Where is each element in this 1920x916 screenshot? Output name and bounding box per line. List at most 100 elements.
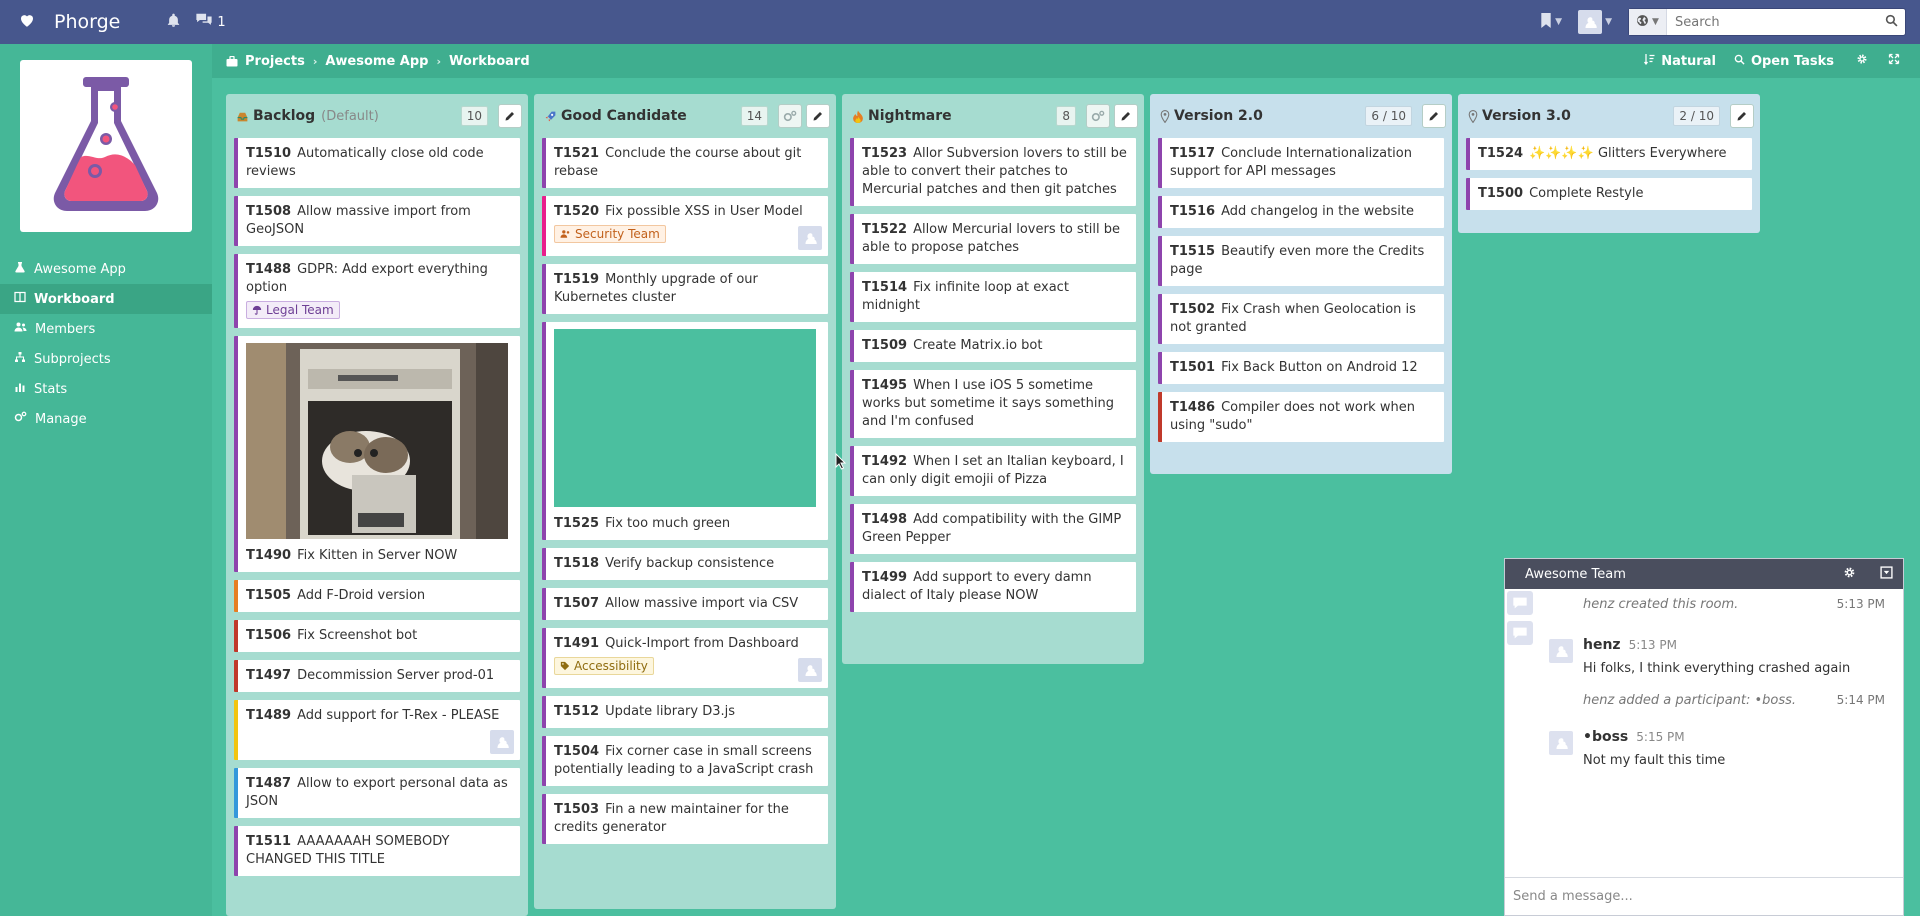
chat-author[interactable]: •boss 5:15 PM [1583,729,1685,745]
column-trigger-button[interactable] [778,104,802,128]
task-card[interactable]: T1501 Fix Back Button on Android 12 [1158,352,1444,384]
chat-room-title[interactable]: Awesome Team [1525,567,1626,582]
search-input[interactable] [1667,10,1877,34]
column-count: 8 [1056,106,1076,126]
filter-menu-button[interactable]: Open Tasks [1734,54,1834,69]
chat-event-actor[interactable]: henz [1583,597,1614,612]
search-submit-button[interactable] [1877,14,1905,31]
task-card[interactable]: T1518 Verify backup consistence [542,548,828,580]
fullscreen-button[interactable] [1888,53,1906,69]
column-edit-button[interactable] [1422,104,1446,128]
chat-event-actor[interactable]: henz [1583,693,1614,708]
task-card[interactable]: T1511 AAAAAAAH SOMEBODY CHANGED THIS TITL… [234,826,520,876]
user-avatar[interactable] [1549,639,1573,663]
notifications-button[interactable] [166,13,181,32]
task-title: Fix too much green [605,516,731,531]
breadcrumb-project[interactable]: Awesome App [325,54,428,69]
chat-author[interactable]: henz 5:13 PM [1583,637,1677,653]
column-edit-button[interactable] [1114,104,1138,128]
project-tag[interactable]: Legal Team [246,301,340,319]
messages-button[interactable]: 1 [195,12,226,32]
chat-message-input[interactable] [1513,889,1893,904]
task-card[interactable]: T1521 Conclude the course about git rebas… [542,138,828,188]
task-card[interactable]: T1512 Update library D3.js [542,696,828,728]
expand-icon [1888,53,1906,69]
project-image[interactable] [20,60,192,232]
task-card[interactable]: T1497 Decommission Server prod-01 [234,660,520,692]
gear-icon [1856,53,1874,69]
task-card[interactable]: T1502 Fix Crash when Geolocation is not g… [1158,294,1444,344]
task-id: T1517 [1170,146,1216,161]
task-card[interactable]: T1508 Allow massive import from GeoJSON [234,196,520,246]
task-card[interactable]: T1487 Allow to export personal data as JS… [234,768,520,818]
task-card[interactable]: T1504 Fix corner case in small screens po… [542,736,828,786]
bookmarks-menu[interactable]: ▼ [1540,12,1562,32]
breadcrumb-workboard[interactable]: Workboard [449,54,530,69]
task-id: T1508 [246,204,292,219]
assignee-avatar[interactable] [490,730,514,754]
user-avatar[interactable] [1549,731,1573,755]
sort-menu-button[interactable]: Natural [1644,53,1716,69]
sidebar-item-manage[interactable]: Manage [0,404,212,434]
pencil-icon [1120,110,1132,122]
task-card[interactable]: T1509 Create Matrix.io bot [850,330,1136,362]
task-card[interactable]: T1489 Add support for T-Rex - PLEASE [234,700,520,760]
sidebar-item-awesome-app[interactable]: Awesome App [0,254,212,284]
task-title: ✨✨✨✨ Glitters Everywhere [1529,146,1727,161]
column-edit-button[interactable] [1730,104,1754,128]
assignee-avatar[interactable] [798,226,822,250]
task-card[interactable]: T1524 ✨✨✨✨ Glitters Everywhere [1466,138,1752,170]
task-card[interactable]: T1505 Add F-Droid version [234,580,520,612]
chat-event-text: henz added a participant: •boss. [1583,693,1796,708]
project-tag[interactable]: Accessibility [554,657,654,675]
bookmark-icon [1540,12,1552,32]
sidebar-item-members[interactable]: Members [0,314,212,344]
task-card[interactable]: T1491 Quick-Import from Dashboard Accessi… [542,628,828,688]
task-card[interactable]: T1515 Beautify even more the Credits page [1158,236,1444,286]
task-card[interactable]: T1492 When I set an Italian keyboard, I c… [850,446,1136,496]
task-card[interactable]: T1500 Complete Restyle [1466,178,1752,210]
chat-event-text: henz created this room. [1583,597,1738,612]
task-card[interactable]: T1519 Monthly upgrade of our Kubernetes c… [542,264,828,314]
chat-settings-button[interactable] [1831,566,1856,579]
task-card[interactable]: T1486 Compiler does not work when using "… [1158,392,1444,442]
task-card[interactable]: T1498 Add compatibility with the GIMP Gre… [850,504,1136,554]
task-card[interactable]: T1506 Fix Screenshot bot [234,620,520,652]
assignee-avatar[interactable] [798,658,822,682]
search-box: ▼ [1628,8,1906,36]
task-card[interactable]: T1525 Fix too much green [542,322,828,540]
task-card[interactable]: T1517 Conclude Internationalization suppo… [1158,138,1444,188]
task-card[interactable]: T1490 Fix Kitten in Server NOW [234,336,520,572]
task-card[interactable]: T1499 Add support to every damn dialect o… [850,562,1136,612]
user-menu[interactable]: ▼ [1578,10,1612,34]
sidebar-item-stats[interactable]: Stats [0,374,212,404]
task-title: Decommission Server prod-01 [297,668,495,683]
task-card[interactable]: T1488 GDPR: Add export everything option … [234,254,520,328]
task-card[interactable]: T1507 Allow massive import via CSV [542,588,828,620]
task-card[interactable]: T1516 Add changelog in the website [1158,196,1444,228]
chat-minimize-button[interactable] [1868,566,1893,579]
task-title: Fix Kitten in Server NOW [297,548,458,563]
group-icon [14,321,35,337]
kitten-cover-image [246,343,508,539]
task-card[interactable]: T1520 Fix possible XSS in User Model Secu… [542,196,828,256]
search-scope-selector[interactable]: ▼ [1629,9,1667,35]
board-settings-button[interactable] [1856,53,1874,69]
task-card[interactable]: T1523 Allor Subversion lovers to still be… [850,138,1136,206]
sidebar-item-workboard[interactable]: Workboard [0,284,212,314]
project-tag[interactable]: Security Team [554,225,666,243]
task-card[interactable]: T1522 Allow Mercurial lovers to still be … [850,214,1136,264]
task-card[interactable]: T1510 Automatically close old code review… [234,138,520,188]
column-trigger-button[interactable] [1086,104,1110,128]
column-header: Good Candidate 14 [534,94,836,138]
task-title: Fix possible XSS in User Model [605,204,803,219]
task-card[interactable]: T1514 Fix infinite loop at exact midnight [850,272,1136,322]
home-logo[interactable]: Phorge [18,11,120,33]
task-card[interactable]: T1495 When I use iOS 5 sometime works but… [850,370,1136,438]
column-edit-button[interactable] [498,104,522,128]
breadcrumb-projects[interactable]: Projects [245,54,305,69]
task-card[interactable]: T1503 Fin a new maintainer for the credit… [542,794,828,844]
column-subtitle: (Default) [321,108,379,124]
sidebar-item-subprojects[interactable]: Subprojects [0,344,212,374]
column-edit-button[interactable] [806,104,830,128]
